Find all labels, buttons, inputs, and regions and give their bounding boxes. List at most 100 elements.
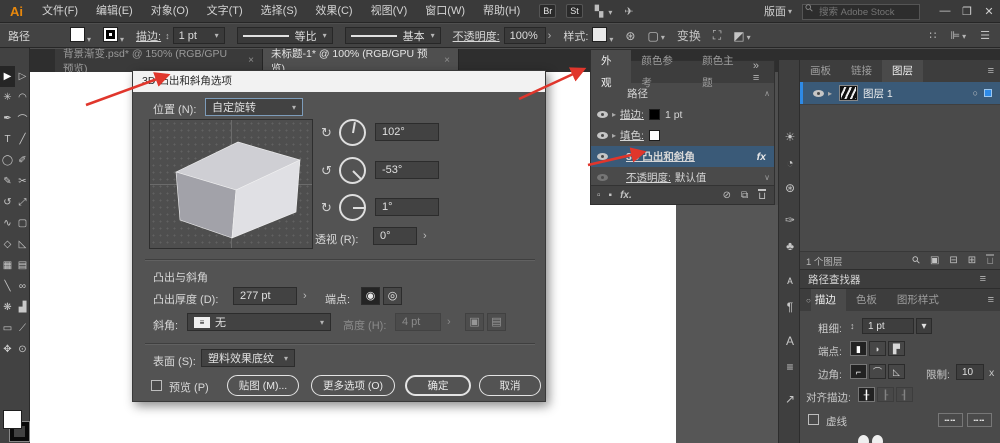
dash-preserve-icon[interactable]: ╍╍	[938, 413, 963, 427]
panel-menu-icon[interactable]: ≡	[980, 273, 992, 285]
appearance-fill-row[interactable]: ▸ 填色:	[591, 125, 774, 146]
dash-align-icon[interactable]: ╍╍	[967, 413, 992, 427]
rotate-tool-icon[interactable]: ↺	[0, 192, 15, 213]
share-icon[interactable]: ✈	[624, 5, 633, 18]
tab-artboards[interactable]: 画板	[800, 60, 841, 82]
stroke-weight-value[interactable]: 1 pt	[862, 318, 914, 334]
panel-menu-icon[interactable]: ≡	[988, 65, 1000, 77]
perspective-value[interactable]: 0°	[373, 227, 417, 245]
fill-color-swatch[interactable]	[3, 410, 22, 429]
rotate-y-dial[interactable]	[339, 157, 366, 184]
layer-name[interactable]: 图层 1	[863, 86, 893, 101]
gradient-panel-icon[interactable]: ◔	[779, 156, 801, 170]
slice-tool-icon[interactable]: ⟋	[15, 318, 30, 339]
rotate-y-value[interactable]: -53°	[375, 161, 439, 179]
selection-tool-icon[interactable]: ▶	[0, 66, 15, 87]
artboard-tool-icon[interactable]: ▭	[0, 318, 15, 339]
new-fill-icon[interactable]: ▪	[609, 190, 613, 201]
rotate-z-value[interactable]: 1°	[375, 198, 439, 216]
dialog-title[interactable]: 3D 凸出和斜角选项	[133, 71, 545, 92]
new-layer-icon[interactable]: ⊞	[968, 255, 976, 266]
miter-limit-value[interactable]: 10	[956, 364, 984, 380]
tab-links[interactable]: 链接	[841, 60, 882, 82]
menu-item-8[interactable]: 帮助(H)	[474, 0, 529, 23]
rotate-x-dial[interactable]	[339, 119, 366, 146]
menu-item-1[interactable]: 编辑(E)	[87, 0, 142, 23]
visibility-eye-icon[interactable]	[597, 174, 608, 181]
map-art-button[interactable]: 贴图 (M)...	[227, 375, 299, 396]
hand-tool-icon[interactable]: ✥	[0, 339, 15, 360]
character-styles-panel-icon[interactable]: ᴀ	[779, 273, 801, 287]
transform-label[interactable]: 变换	[677, 27, 701, 44]
duplicate-item-icon[interactable]: ⧉	[741, 190, 748, 201]
clear-appearance-icon[interactable]: ⊘	[723, 190, 731, 201]
cancel-button[interactable]: 取消	[479, 375, 541, 396]
arrowhead-preview-icon[interactable]	[858, 435, 869, 443]
fill-color-swatch[interactable]	[649, 130, 660, 141]
mesh-tool-icon[interactable]: ▦	[0, 255, 15, 276]
trash-icon[interactable]: ⊔	[986, 254, 994, 267]
scroll-up-icon[interactable]: ∧	[764, 89, 770, 98]
stepper-icon[interactable]: ↕	[165, 31, 170, 41]
zoom-tool-icon[interactable]: ⊙	[15, 339, 30, 360]
cap-off-button[interactable]: ◎	[383, 287, 402, 305]
perspective-grid-tool-icon[interactable]: ◺	[15, 234, 30, 255]
tab-graphic-styles[interactable]: 图形样式	[887, 289, 949, 311]
tab-stroke[interactable]: 描边	[811, 289, 846, 311]
stroke-link[interactable]: 描边:	[620, 107, 644, 122]
curvature-tool-icon[interactable]: ⌒	[15, 108, 30, 129]
pencil-tool-icon[interactable]: ✎	[0, 171, 15, 192]
appearance-3d-effect-row[interactable]: 3D 凸出和斜角 fx	[591, 146, 774, 167]
tab-swatches[interactable]: 色板	[846, 289, 887, 311]
menu-item-7[interactable]: 窗口(W)	[416, 0, 474, 23]
cap-round-button[interactable]: ◗	[869, 341, 886, 356]
close-tab-icon[interactable]: ×	[248, 55, 254, 66]
chevron-down-icon[interactable]: ▾	[120, 35, 124, 44]
shape-tool-icon[interactable]: ◯	[0, 150, 15, 171]
document-tab-active[interactable]: 未标题-1* @ 100% (RGB/GPU 预览) ×	[263, 49, 459, 72]
menu-item-4[interactable]: 选择(S)	[252, 0, 307, 23]
character-panel-icon[interactable]: A	[779, 334, 801, 348]
scale-tool-icon[interactable]: ⤢	[15, 192, 30, 213]
rotation-track-cube[interactable]	[149, 119, 313, 249]
close-button[interactable]: ✕	[978, 5, 1000, 18]
opacity-value[interactable]: 100%	[504, 27, 546, 44]
workspace-switcher[interactable]: 版面	[764, 3, 786, 19]
brushes-panel-icon[interactable]: ✑	[779, 213, 801, 227]
document-tab[interactable]: 背景渐变.psd* @ 150% (RGB/GPU 预览) ×	[55, 49, 263, 72]
close-tab-icon[interactable]: ×	[444, 55, 450, 66]
more-options-button[interactable]: 更多选项 (O)	[311, 375, 395, 396]
layer-row[interactable]: ▸ 图层 1 ○	[800, 82, 1000, 105]
direct-selection-tool-icon[interactable]: ▷	[15, 66, 30, 87]
chevron-down-icon[interactable]: ▾	[916, 318, 932, 334]
shape-builder-tool-icon[interactable]: ◇	[0, 234, 15, 255]
corner-miter-button[interactable]: ⌐	[850, 364, 867, 379]
bridge-icon[interactable]: Br	[539, 4, 556, 18]
chevron-right-icon[interactable]: ▸	[612, 131, 616, 140]
grid-icon[interactable]: ∷	[930, 29, 937, 42]
dashed-line-checkbox[interactable]	[808, 414, 819, 425]
stepper-icon[interactable]: ↕	[850, 321, 855, 331]
new-sublayer-icon[interactable]: ⊟	[949, 255, 957, 266]
ok-button[interactable]: 确定	[405, 375, 471, 396]
chevron-right-icon[interactable]: ›	[548, 30, 552, 42]
stroke-swatch[interactable]	[103, 27, 118, 42]
scroll-down-icon[interactable]: ∨	[764, 173, 770, 182]
visibility-eye-icon[interactable]	[597, 111, 608, 118]
effect-link[interactable]: 3D 凸出和斜角	[626, 149, 695, 164]
width-tool-icon[interactable]: ∿	[0, 213, 15, 234]
isolate-icon[interactable]: ◩▾	[733, 29, 750, 43]
pen-tool-icon[interactable]: ✒	[0, 108, 15, 129]
corner-round-button[interactable]: ⌒	[869, 364, 886, 379]
style-swatch[interactable]	[592, 27, 607, 42]
align-center-button[interactable]: ╂	[858, 387, 875, 402]
visibility-eye-icon[interactable]	[597, 153, 608, 160]
eyedropper-tool-icon[interactable]: ╲	[0, 276, 15, 297]
overflow-icon[interactable]: »	[753, 60, 759, 72]
select-similar-icon[interactable]: ▢▾	[647, 29, 664, 43]
arrowhead-preview-icon[interactable]	[872, 435, 883, 443]
line-tool-icon[interactable]: ╱	[15, 129, 30, 150]
graph-tool-icon[interactable]: ▟	[15, 297, 30, 318]
panel-options-icon[interactable]: ⊫▾	[951, 29, 967, 42]
menu-item-3[interactable]: 文字(T)	[198, 0, 252, 23]
